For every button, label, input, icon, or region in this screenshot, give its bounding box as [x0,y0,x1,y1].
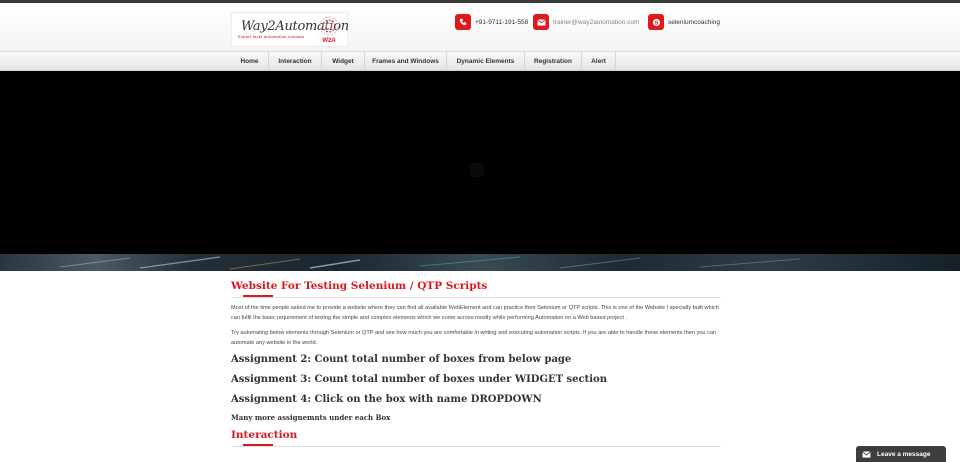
phone-icon [455,14,471,30]
section-underline [231,444,721,447]
nav-frames-and-windows[interactable]: Frames and Windows [365,52,447,71]
leave-message-label: Leave a message [877,450,931,458]
logo-tagline: Expert level automation courses [238,34,305,39]
nav-alert[interactable]: Alert [582,52,616,71]
header: Way2Automation Expert level automation c… [0,3,960,51]
svg-text:S: S [654,20,658,26]
interaction-section-title: Interaction [231,429,298,441]
main-nav: Home Interaction Widget Frames and Windo… [0,51,960,71]
envelope-icon [862,450,871,458]
more-assignments-note: Many more assignemnts under each Box [231,413,391,422]
title-underline [231,295,721,298]
contact-email-text: trainer@way2automation.com [553,18,640,26]
assignment-heading: Assignment 2: Count total number of boxe… [231,354,572,365]
mail-icon [533,14,549,30]
nav-home[interactable]: Home [231,52,269,71]
logo-swirl-icon: W2A [319,16,339,44]
banner-placeholder-icon [470,163,484,177]
assignment-heading: Assignment 4: Click on the box with name… [231,394,542,405]
skype-icon: S [648,14,664,30]
hero-banner [0,71,960,254]
contact-phone[interactable]: +91-9711-191-558 [455,14,528,30]
site-logo[interactable]: Way2Automation Expert level automation c… [231,12,349,47]
nav-interaction[interactable]: Interaction [269,52,322,71]
leave-message-button[interactable]: Leave a message [856,446,946,462]
intro-paragraph: Most of the time people asked me to prov… [231,305,719,321]
page-title: Website For Testing Selenium / QTP Scrip… [231,280,488,292]
nav-registration[interactable]: Registration [525,52,582,71]
title-underline-accent [243,295,273,297]
instructions-paragraph: Try automating below elements through Se… [231,330,717,346]
section-underline-accent [243,444,273,446]
logo-mark-text: W2A [322,38,336,44]
contact-email[interactable]: trainer@way2automation.com [533,14,639,30]
code-strip-graphic [59,256,801,270]
contact-skype[interactable]: S seleniumcoaching [648,14,720,30]
code-image-strip [0,254,960,271]
main-content: Website For Testing Selenium / QTP Scrip… [231,279,721,447]
assignment-heading: Assignment 3: Count total number of boxe… [231,374,607,385]
nav-widget[interactable]: Widget [322,52,365,71]
nav-dynamic-elements[interactable]: Dynamic Elements [447,52,525,71]
contact-skype-text: seleniumcoaching [668,18,721,26]
contact-phone-text: +91-9711-191-558 [475,18,529,26]
